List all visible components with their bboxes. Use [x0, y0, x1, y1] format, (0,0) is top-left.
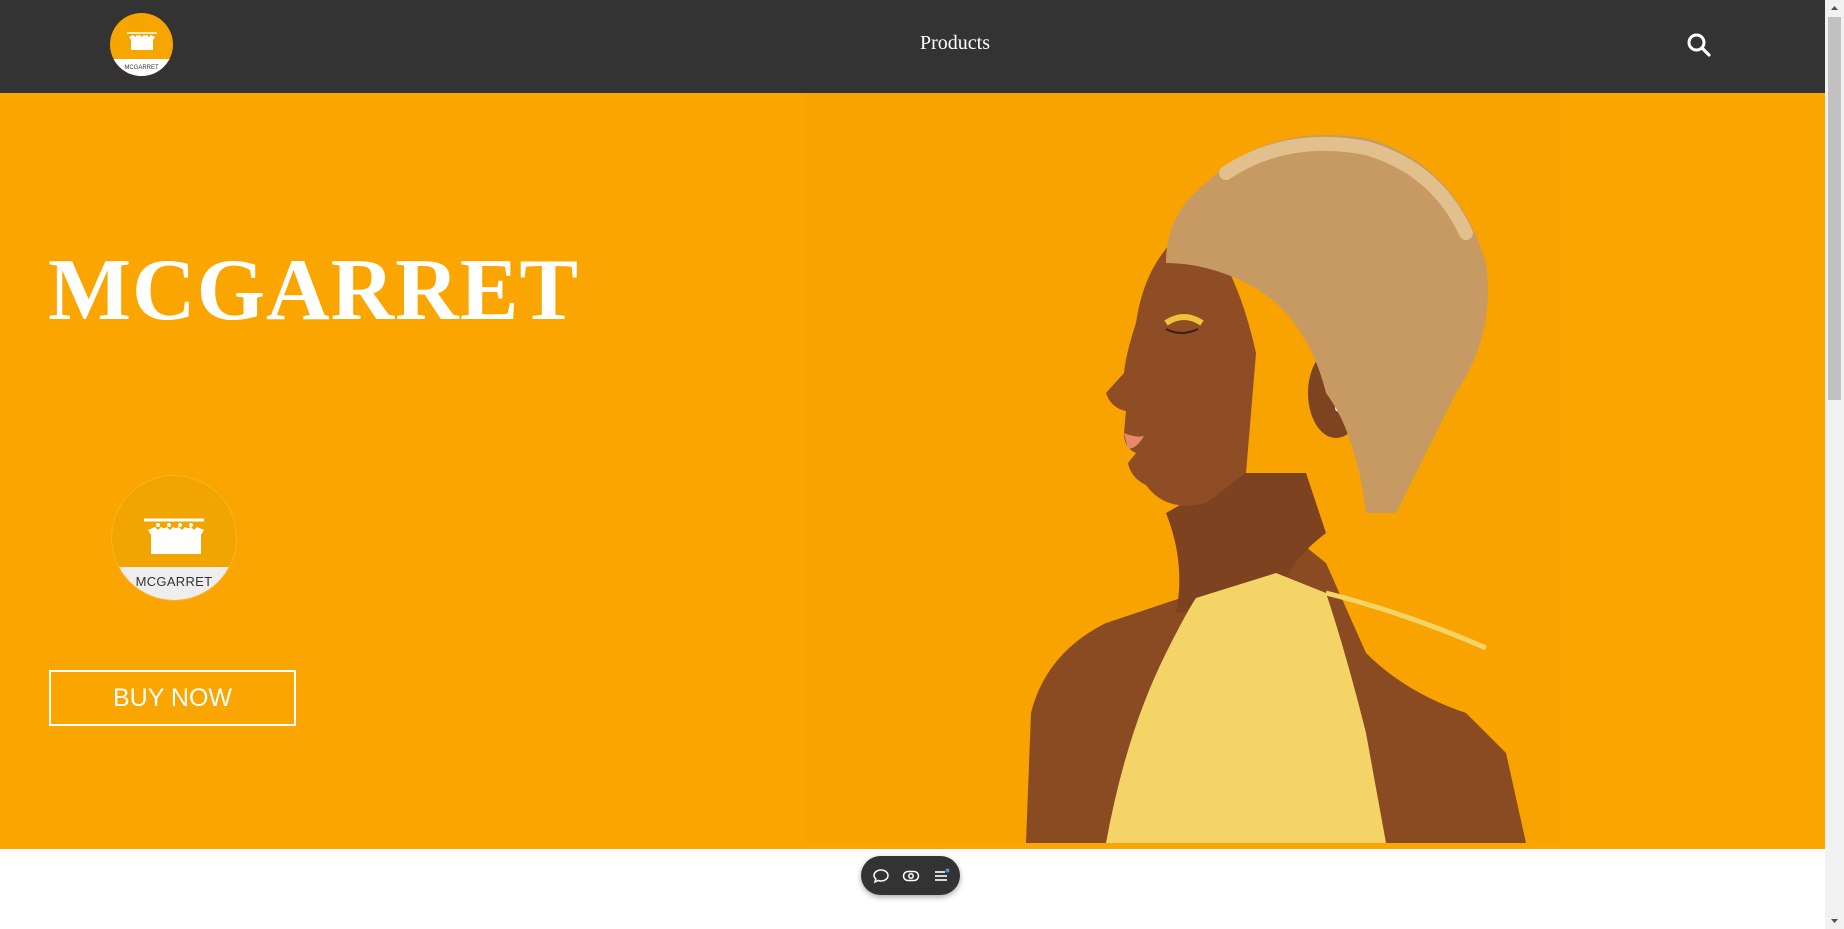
- chat-button[interactable]: [872, 867, 890, 885]
- buy-now-button[interactable]: BUY NOW: [49, 670, 296, 726]
- scroll-down-button[interactable]: [1825, 912, 1844, 929]
- chat-icon: [873, 869, 889, 884]
- clothes-rack-icon: [127, 32, 157, 50]
- hero-brand-badge: MCGARRET: [112, 476, 236, 600]
- page: MCGARRET Products MCGARRET MCGARRET BUY …: [0, 0, 1844, 929]
- eye-icon: [902, 870, 920, 882]
- logo-text: MCGARRET: [124, 65, 159, 71]
- floating-toolbar: [861, 856, 960, 895]
- viewport: MCGARRET Products MCGARRET MCGARRET BUY …: [0, 0, 1825, 929]
- scroll-thumb[interactable]: [1828, 17, 1841, 400]
- menu-icon: [935, 868, 950, 881]
- clothes-rack-icon: [144, 518, 204, 554]
- header-logo[interactable]: MCGARRET: [110, 13, 173, 76]
- woman-profile-photo: [806, 93, 1560, 843]
- vertical-scrollbar[interactable]: [1825, 0, 1844, 929]
- search-button[interactable]: [1686, 32, 1712, 58]
- search-icon: [1687, 33, 1711, 57]
- site-header: MCGARRET Products: [0, 0, 1825, 93]
- badge-text: MCGARRET: [135, 574, 213, 589]
- hero-title: MCGARRET: [48, 242, 580, 339]
- nav-products-link[interactable]: Products: [880, 32, 1030, 55]
- arrow-up-icon: [1831, 6, 1838, 10]
- view-button[interactable]: [902, 867, 920, 885]
- scroll-up-button[interactable]: [1825, 0, 1844, 17]
- menu-button[interactable]: [932, 867, 950, 885]
- hero-photo: [806, 93, 1560, 843]
- hero-banner: MCGARRET MCGARRET BUY NOW: [0, 93, 1825, 849]
- arrow-down-icon: [1831, 919, 1838, 923]
